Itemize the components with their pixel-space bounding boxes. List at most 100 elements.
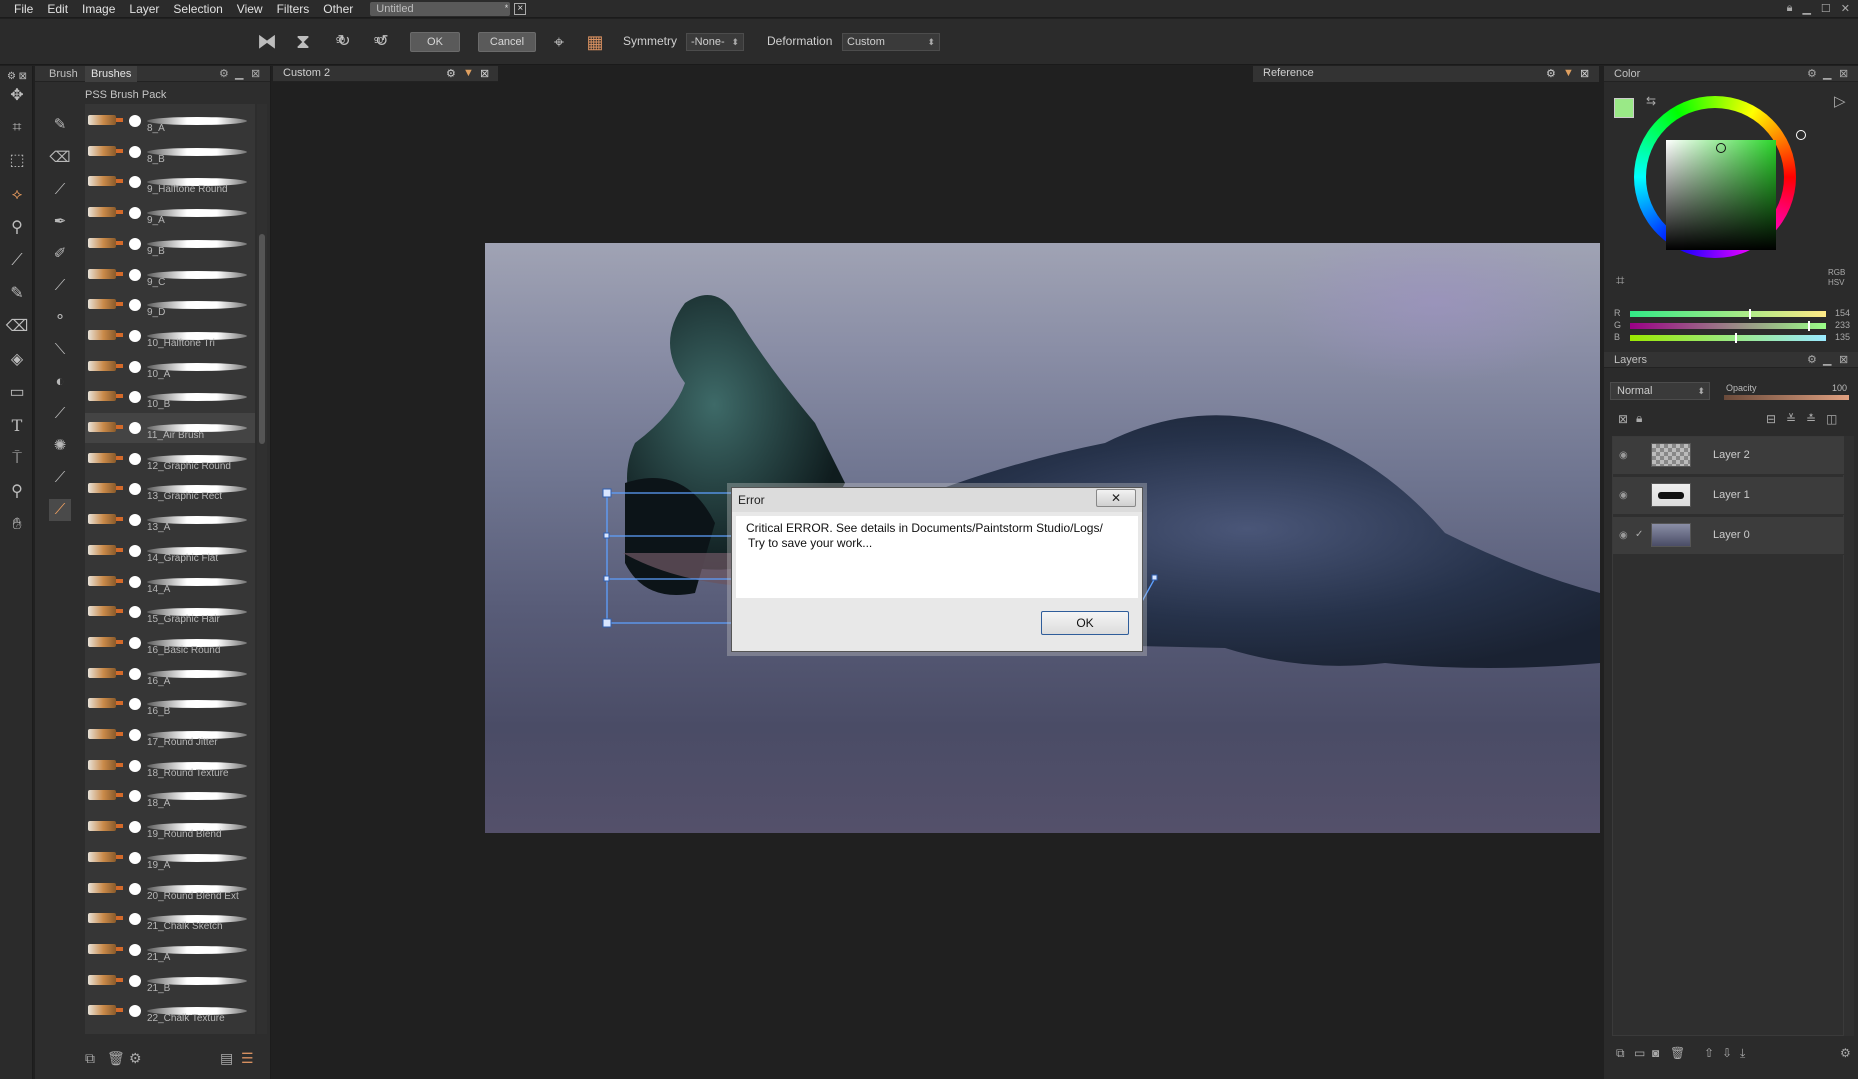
brush-item[interactable]: 16_B — [85, 689, 255, 719]
eraser-category-icon[interactable]: ⌫ — [49, 147, 71, 169]
paint-category-icon[interactable]: ⟋ — [49, 275, 71, 297]
move-tool-icon[interactable]: ✥ — [5, 84, 29, 108]
brush-item[interactable]: 21_Chalk Sketch — [85, 904, 255, 934]
scroll-thumb[interactable] — [259, 234, 265, 444]
channel-marker[interactable] — [1808, 321, 1810, 331]
close-panel-icon[interactable]: ⊠ — [1839, 353, 1848, 366]
blend-category-icon[interactable]: ⚬ — [49, 307, 71, 329]
fill-tool-icon[interactable]: ◈ — [5, 348, 29, 372]
merge-icon[interactable]: ⊟ — [1766, 412, 1776, 426]
tab-brush[interactable]: Brush — [43, 66, 84, 82]
target-icon[interactable]: ⌖ — [545, 28, 573, 56]
brush-item[interactable]: 15_Graphic Hair — [85, 597, 255, 627]
gear-icon[interactable]: ⚙ — [219, 67, 229, 80]
brush-item[interactable]: 14_A — [85, 567, 255, 597]
rect-select-icon[interactable]: ⬚ — [5, 149, 29, 173]
brush-list-scrollbar[interactable] — [257, 104, 267, 1034]
menu-view[interactable]: View — [230, 0, 270, 18]
swap-colors-icon[interactable]: ⇆ — [1646, 94, 1656, 108]
brush-category-icon[interactable]: ⟋ — [49, 179, 71, 201]
brush-item[interactable]: 10_A — [85, 352, 255, 382]
brush-item[interactable]: 9_D — [85, 290, 255, 320]
layer-row[interactable]: ◉ Layer 1 — [1613, 477, 1845, 515]
brush-item[interactable]: 19_Round Blend — [85, 812, 255, 842]
lock-icon[interactable]: 🔒︎ — [1636, 411, 1642, 426]
layers-scrollbar[interactable] — [1844, 436, 1854, 1036]
close-panel-icon[interactable]: ⊠ — [251, 67, 260, 80]
list-view-icon[interactable]: ☰ — [241, 1050, 254, 1067]
close-panel-icon[interactable]: ⊠ — [1580, 67, 1589, 80]
pencil-category-icon[interactable]: ✎ — [49, 114, 71, 136]
trash-icon[interactable]: 🗑︎ — [1670, 1046, 1685, 1060]
minimize-icon[interactable]: ▁ — [1802, 2, 1810, 15]
menu-other[interactable]: Other — [316, 0, 360, 18]
brush-item[interactable]: 16_A — [85, 659, 255, 689]
close-window-icon[interactable]: ✕ — [1841, 2, 1850, 15]
brush-item[interactable]: 16_Basic Round — [85, 628, 255, 658]
color-picker-marker[interactable] — [1716, 143, 1726, 153]
new-layer-icon[interactable]: ⧉ — [1616, 1046, 1625, 1061]
layer-row[interactable]: ◉ Layer 2 — [1613, 437, 1845, 475]
pin-icon[interactable]: ▼ — [463, 67, 474, 79]
brush-item[interactable]: 12_Graphic Round — [85, 444, 255, 474]
tab-brushes[interactable]: Brushes — [85, 66, 138, 82]
crop-frame-icon[interactable]: ⌗ — [1616, 272, 1624, 289]
cancel-button[interactable]: Cancel — [478, 32, 536, 52]
ok-button[interactable]: OK — [410, 32, 460, 52]
eyedropper-icon[interactable]: ⟋ — [5, 249, 29, 273]
minimize-panel-icon[interactable]: ▁ — [1823, 353, 1831, 366]
channel-bar[interactable] — [1630, 323, 1826, 329]
menu-selection[interactable]: Selection — [166, 0, 229, 18]
saturation-value-square[interactable] — [1666, 140, 1776, 250]
brush-item[interactable]: 18_A — [85, 781, 255, 811]
close-panel-icon[interactable]: ⊠ — [480, 67, 489, 80]
ink-category-icon[interactable]: ✒ — [49, 211, 71, 233]
visibility-eye-icon[interactable]: ◉ — [1619, 450, 1628, 461]
gear-icon[interactable]: ⚙ — [1840, 1046, 1851, 1060]
channel-row-r[interactable]: R 154 — [1614, 308, 1854, 319]
channel-bar[interactable] — [1630, 311, 1826, 317]
opacity-slider[interactable]: Opacity 100 — [1724, 383, 1849, 401]
menu-layer[interactable]: Layer — [122, 0, 166, 18]
layer-row[interactable]: ◉ ✓ Layer 0 — [1613, 517, 1845, 555]
mask-icon[interactable]: ◙ — [1652, 1046, 1659, 1060]
canvas-tab[interactable]: Custom 2 ⚙ ▼ ⊠ — [273, 66, 498, 82]
brush-item[interactable]: 22_Chalk Texture — [85, 996, 255, 1026]
magic-wand-icon[interactable]: ⚲ — [5, 216, 29, 240]
gear-icon[interactable]: ⚙ — [1807, 353, 1817, 366]
eraser-tool-icon[interactable]: ⌫ — [5, 315, 29, 339]
close-document-icon[interactable]: × — [514, 2, 527, 15]
stamp-tool-icon[interactable]: ⍑ — [5, 447, 29, 471]
grid-warp-icon[interactable]: ▦ — [581, 28, 609, 56]
smudge-category-icon[interactable]: ⟋ — [49, 467, 71, 489]
gear-icon[interactable]: ⚙ — [1807, 67, 1817, 80]
maximize-icon[interactable]: ☐ — [1821, 2, 1831, 15]
airbrush-category-icon[interactable]: ◐ — [49, 371, 71, 393]
channel-marker[interactable] — [1749, 309, 1751, 319]
flip-vertical-icon[interactable]: ⧗ — [289, 28, 317, 56]
knife-category-icon[interactable]: ⟍ — [49, 339, 71, 361]
mode-rgb[interactable]: RGB — [1828, 268, 1845, 277]
brush-item[interactable]: 9_C — [85, 260, 255, 290]
minimize-panel-icon[interactable]: ▁ — [235, 67, 243, 80]
brush-item[interactable]: 9_A — [85, 198, 255, 228]
align-icon[interactable]: ≚ — [1786, 412, 1796, 426]
brush-item[interactable]: 9_Halftone Round — [85, 167, 255, 197]
deformation-select[interactable]: Custom ⬍ — [842, 33, 940, 51]
brush-item[interactable]: 18_Round Texture — [85, 751, 255, 781]
grid-view-icon[interactable]: ▤ — [220, 1050, 233, 1067]
zoom-tool-icon[interactable]: ⚲ — [5, 480, 29, 504]
text-tool-icon[interactable]: T — [5, 414, 29, 438]
brush-item[interactable]: 11_Air Brush — [85, 413, 255, 443]
dialog-ok-button[interactable]: OK — [1041, 611, 1129, 635]
minimize-panel-icon[interactable]: ▁ — [1823, 67, 1831, 80]
brush-item[interactable]: 21_A — [85, 935, 255, 965]
brush-tool-icon[interactable]: ✎ — [5, 282, 29, 306]
brush-item[interactable]: 8_A — [85, 106, 255, 136]
play-icon[interactable]: ▷ — [1834, 92, 1846, 110]
brush-item[interactable]: 17_Round Jitter — [85, 720, 255, 750]
channel-row-b[interactable]: B 135 — [1614, 332, 1854, 343]
visibility-eye-icon[interactable]: ◉ — [1619, 490, 1628, 501]
brush-item[interactable]: 21_B — [85, 966, 255, 996]
custom-category-icon[interactable]: ⟋ — [49, 499, 71, 521]
